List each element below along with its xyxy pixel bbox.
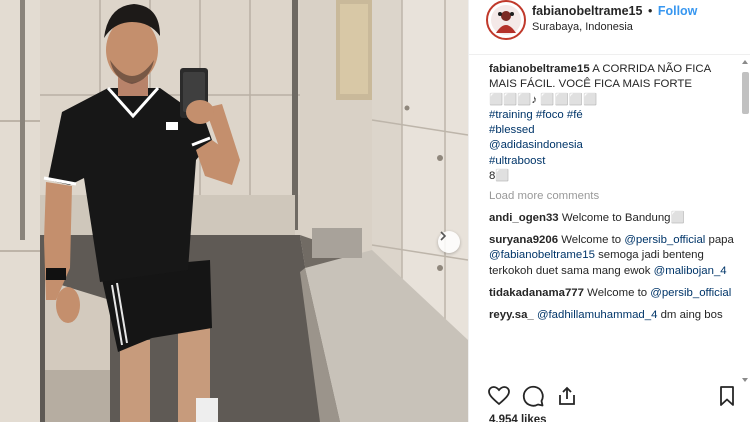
post-photo[interactable] <box>0 0 468 422</box>
comment-username[interactable]: suryana9206 <box>489 234 558 246</box>
avatar-image <box>491 5 521 35</box>
comment-username[interactable]: tidakadanama777 <box>489 287 584 299</box>
comment-text: Welcome to <box>587 286 648 299</box>
comment-text: dm aing bos <box>660 309 723 322</box>
header-separator: • <box>647 4 653 18</box>
caption-end-text: 8⬜ <box>489 170 510 183</box>
comment-text: papa <box>708 233 734 246</box>
caption-tags-row: #training #foco #fé <box>489 108 739 123</box>
locker-room-selfie-image <box>0 0 468 422</box>
next-photo-button[interactable] <box>438 231 460 253</box>
avatar[interactable] <box>486 0 526 40</box>
likes-count[interactable]: 4,954 likes <box>489 414 547 422</box>
post-side-panel: fabianobeltrame15 • Follow Surabaya, Ind… <box>468 0 750 422</box>
save-button[interactable] <box>715 384 739 408</box>
chevron-right-icon <box>440 231 447 241</box>
comment-mention[interactable]: @persib_official <box>624 234 705 246</box>
comment-mention[interactable]: @persib_official <box>650 287 731 299</box>
hashtag-fe[interactable]: #fé <box>567 109 583 121</box>
comment-item: suryana9206 Welcome to @persib_official … <box>489 233 739 279</box>
load-more-comments-button[interactable]: Load more comments <box>489 189 739 204</box>
hashtag-ultraboost[interactable]: #ultraboost <box>489 154 739 169</box>
header-username-row: fabianobeltrame15 • Follow <box>532 4 697 18</box>
comment-item: tidakadanama777 Welcome to @persib_offic… <box>489 286 739 301</box>
comment-text: Welcome to <box>561 233 622 246</box>
comment-username[interactable]: andi_ogen33 <box>489 212 559 224</box>
share-icon <box>559 386 575 405</box>
hashtag-blessed[interactable]: #blessed <box>489 123 739 138</box>
scrollbar-thumb[interactable] <box>742 72 749 114</box>
comment-username[interactable]: reyy.sa_ <box>489 309 534 321</box>
comment-button[interactable] <box>521 384 545 408</box>
action-bar <box>469 380 750 410</box>
hashtag-foco[interactable]: #foco <box>536 109 564 121</box>
caption-username[interactable]: fabianobeltrame15 <box>489 63 590 75</box>
comment-item: reyy.sa_ @fadhillamuhammad_4 dm aing bos <box>489 308 739 323</box>
comment-item: andi_ogen33 Welcome to Bandung⬜ <box>489 211 739 226</box>
location-link[interactable]: Surabaya, Indonesia <box>532 21 633 33</box>
heart-icon <box>488 386 510 406</box>
comment-icon <box>522 385 544 407</box>
profile-picture-icon <box>496 11 516 33</box>
header-username[interactable]: fabianobeltrame15 <box>532 4 642 18</box>
comment-mention[interactable]: @fadhillamuhammad_4 <box>537 309 657 321</box>
scroll-up-arrow-icon[interactable] <box>742 60 748 64</box>
comment-text: Welcome to Bandung⬜ <box>561 211 685 224</box>
share-button[interactable] <box>555 384 579 408</box>
comment-mention[interactable]: @fabianobeltrame15 <box>489 249 595 261</box>
post-header: fabianobeltrame15 • Follow Surabaya, Ind… <box>469 0 750 55</box>
follow-button[interactable]: Follow <box>658 4 698 18</box>
like-button[interactable] <box>487 384 511 408</box>
comments-list: fabianobeltrame15 A CORRIDA NÃO FICA MAI… <box>489 62 739 330</box>
bookmark-icon <box>720 386 734 406</box>
mention-adidasindonesia[interactable]: @adidasindonesia <box>489 138 739 153</box>
comments-scrollbar[interactable] <box>742 56 749 386</box>
comment-mention[interactable]: @malibojan_4 <box>654 265 727 277</box>
